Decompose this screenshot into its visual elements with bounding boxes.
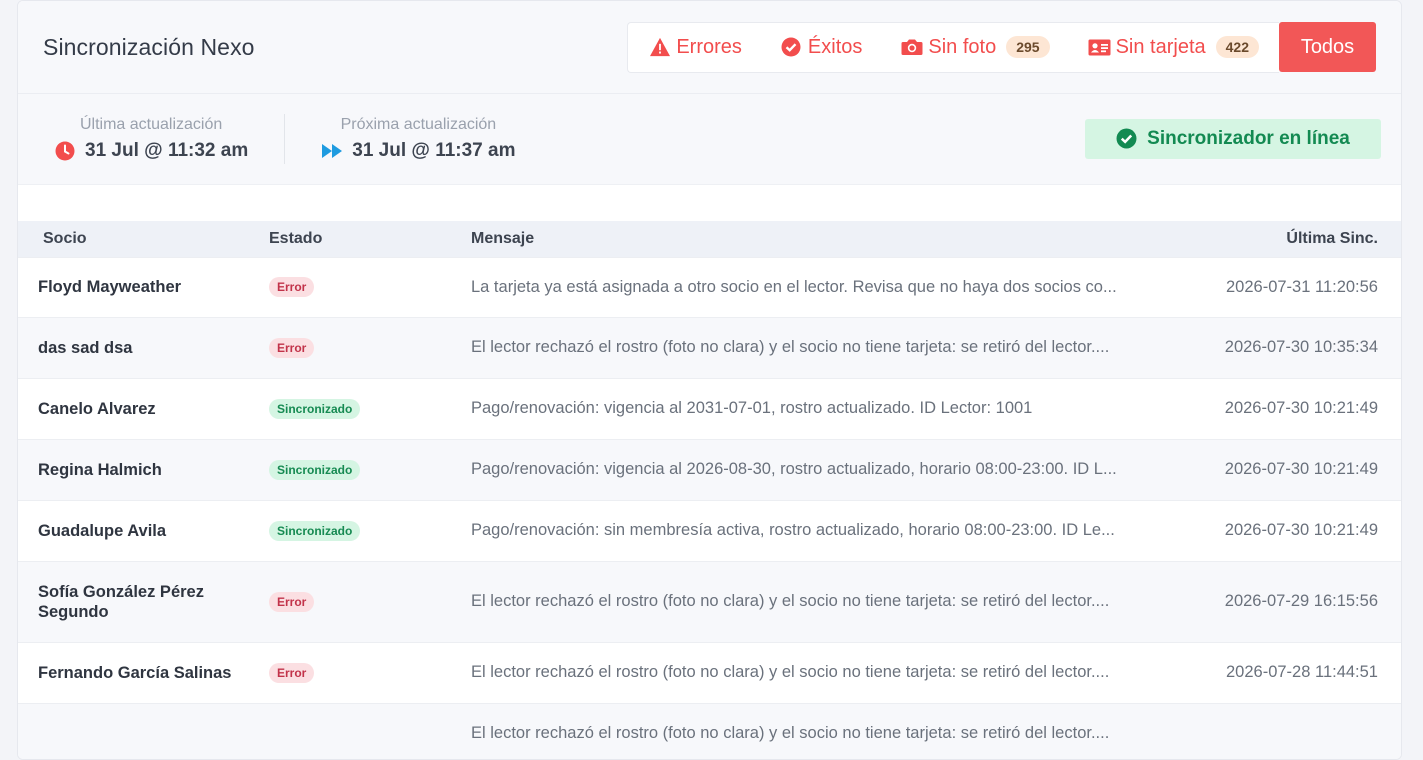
filter-todos-button[interactable]: Todos (1279, 22, 1376, 72)
message-text: El lector rechazó el rostro (foto no cla… (471, 723, 1110, 742)
socio-name: Regina Halmich (38, 460, 162, 479)
message-text: Pago/renovación: vigencia al 2031-07-01,… (471, 399, 1033, 417)
status-badge: Sincronizado (269, 520, 361, 541)
filter-sin-tarjeta-label: Sin tarjeta (1115, 35, 1206, 58)
sync-status-text: Sincronizador en línea (1147, 128, 1350, 149)
spacer (18, 185, 1401, 221)
fast-forward-icon (321, 140, 343, 162)
info-divider (284, 114, 286, 164)
table-row[interactable]: El lector rechazó el rostro (foto no cla… (18, 703, 1401, 759)
socio-name: Canelo Alvarez (38, 399, 156, 418)
last-update-text: 31 Jul @ 11:32 am (85, 140, 249, 161)
check-circle-icon (1116, 128, 1138, 150)
table-row[interactable]: Canelo Alvarez Sincronizado Pago/renovació… (18, 378, 1401, 439)
clock-icon (54, 140, 76, 162)
update-times: Última actualización 31 Jul @ 11:32 am P… (54, 114, 516, 164)
table-row[interactable]: Fernando García Salinas Error El lector re… (18, 642, 1401, 703)
socio-name (18, 703, 269, 759)
sync-table: Socio Estado Mensaje Última Sinc. Floyd … (18, 221, 1401, 759)
warning-triangle-icon (648, 36, 671, 59)
column-header-socio[interactable]: Socio (18, 221, 269, 257)
filter-sin-foto-button[interactable]: Sin foto 295 (900, 35, 1050, 59)
sync-status-badge: Sincronizador en línea (1085, 119, 1381, 159)
id-card-icon (1088, 36, 1111, 59)
last-sync-date (1181, 703, 1401, 759)
status-badge: Error (269, 277, 315, 297)
check-circle-icon (780, 36, 803, 59)
message-text: Pago/renovación: vigencia al 2026-08-30,… (471, 460, 1117, 478)
status-badge: Error (269, 662, 315, 683)
filter-sin-tarjeta-button[interactable]: Sin tarjeta 422 (1088, 36, 1259, 59)
estado-cell: Error (269, 317, 471, 378)
update-info-bar: Última actualización 31 Jul @ 11:32 am P… (18, 94, 1401, 185)
socio-name: Fernando García Salinas (38, 663, 232, 682)
socio-name: Guadalupe Avila (38, 521, 167, 540)
estado-cell: Sincronizado (269, 378, 471, 439)
estado-cell (269, 703, 471, 759)
table-row[interactable]: Guadalupe Avila Sincronizado Pago/renovaci… (18, 500, 1401, 561)
message-text: El lector rechazó el rostro (foto no cla… (471, 338, 1110, 356)
message-text: La tarjeta ya está asignada a otro socio… (471, 277, 1117, 296)
panel-header: Sincronización Nexo Errores Éxitos Sin f… (18, 1, 1401, 94)
filter-exitos-label: Éxitos (807, 35, 863, 58)
last-sync-date: 2026-07-28 11:44:51 (1226, 663, 1378, 681)
estado-cell: Error (269, 257, 471, 317)
table-row[interactable]: Floyd Mayweather Error La tarjeta ya está … (18, 257, 1401, 317)
status-badge: Sincronizado (269, 459, 361, 480)
next-update-text: 31 Jul @ 11:37 am (352, 140, 516, 161)
status-badge: Error (269, 591, 315, 612)
last-sync-date: 2026-07-31 11:20:56 (1226, 277, 1378, 296)
message-text: Pago/renovación: sin membresía activa, r… (471, 521, 1115, 539)
estado-cell: Error (269, 561, 471, 642)
socio-name: Floyd Mayweather (38, 278, 182, 296)
table-header-row: Socio Estado Mensaje Última Sinc. (18, 221, 1401, 257)
socio-name: Sofía González Pérez Segundo (38, 582, 204, 621)
socio-name: das sad dsa (38, 338, 133, 357)
sync-panel: Sincronización Nexo Errores Éxitos Sin f… (17, 0, 1402, 760)
estado-cell: Sincronizado (269, 439, 471, 500)
last-sync-date: 2026-07-30 10:35:34 (1224, 338, 1378, 356)
filter-bar: Errores Éxitos Sin foto 295 Sin tarjeta … (627, 21, 1376, 73)
column-header-mensaje[interactable]: Mensaje (471, 221, 1181, 257)
filter-sin-foto-label: Sin foto (928, 35, 997, 58)
last-sync-date: 2026-07-30 10:21:49 (1224, 399, 1378, 417)
camera-icon (900, 36, 923, 59)
last-sync-date: 2026-07-30 10:21:49 (1224, 460, 1378, 478)
next-update: Próxima actualización 31 Jul @ 11:37 am (321, 116, 516, 162)
column-header-estado[interactable]: Estado (269, 221, 471, 257)
next-update-value: 31 Jul @ 11:37 am (321, 140, 516, 162)
filter-errores-button[interactable]: Errores (648, 36, 742, 59)
last-update: Última actualización 31 Jul @ 11:32 am (54, 116, 248, 162)
filter-exitos-button[interactable]: Éxitos (780, 36, 862, 59)
sin-tarjeta-count-badge: 422 (1215, 36, 1259, 58)
last-update-value: 31 Jul @ 11:32 am (54, 140, 248, 162)
next-update-label: Próxima actualización (340, 116, 497, 133)
estado-cell: Error (269, 642, 471, 703)
status-badge: Sincronizado (269, 398, 361, 419)
filter-group: Errores Éxitos Sin foto 295 Sin tarjeta … (627, 21, 1279, 73)
last-sync-date: 2026-07-29 16:15:56 (1224, 592, 1378, 610)
filter-errores-label: Errores (676, 35, 742, 58)
table-row[interactable]: Regina Halmich Sincronizado Pago/renovació… (18, 439, 1401, 500)
last-update-label: Última actualización (79, 116, 223, 133)
page-title: Sincronización Nexo (43, 33, 255, 60)
message-text: El lector rechazó el rostro (foto no cla… (471, 663, 1110, 681)
sin-foto-count-badge: 295 (1006, 36, 1050, 58)
estado-cell: Sincronizado (269, 500, 471, 561)
table-row[interactable]: Sofía González Pérez Segundo Error El lect… (18, 561, 1401, 642)
message-text: El lector rechazó el rostro (foto no cla… (471, 592, 1110, 610)
column-header-ultima-sinc[interactable]: Última Sinc. (1181, 221, 1401, 257)
last-sync-date: 2026-07-30 10:21:49 (1224, 521, 1378, 539)
status-badge: Error (269, 337, 315, 358)
table-row[interactable]: das sad dsa Error El lector rechazó el ros… (18, 317, 1401, 378)
